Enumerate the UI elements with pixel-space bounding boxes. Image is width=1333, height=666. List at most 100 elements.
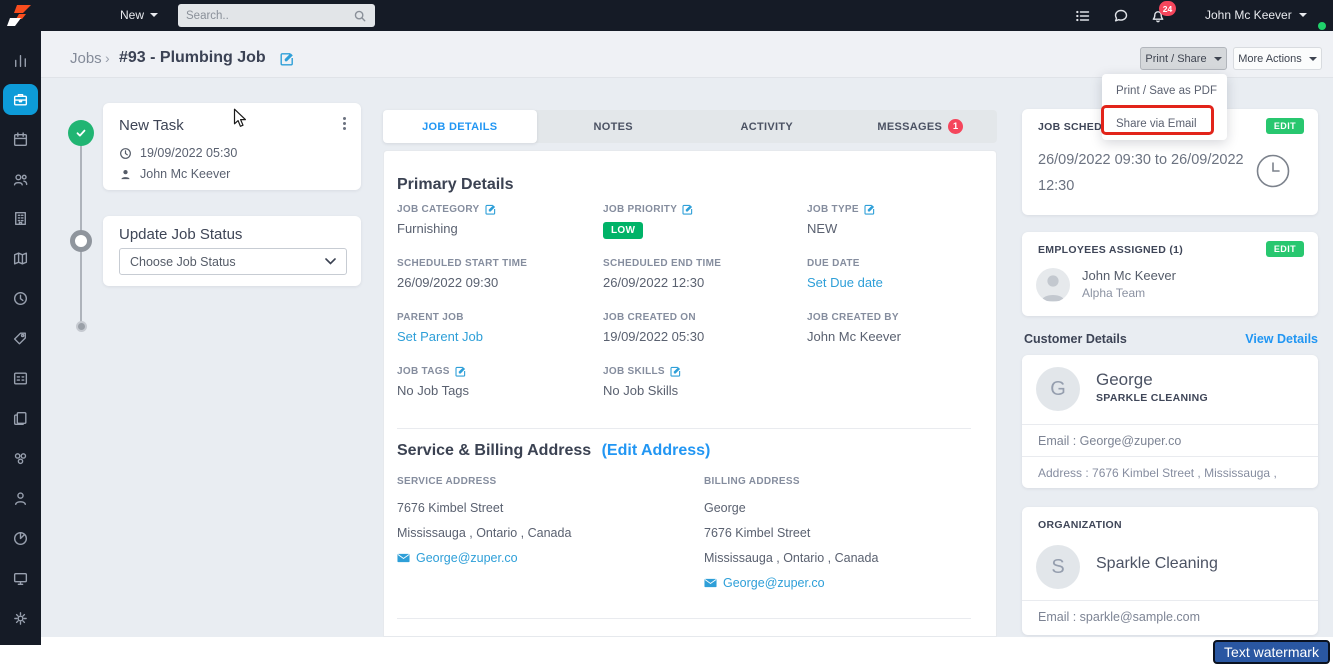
chevron-down-icon bbox=[150, 13, 158, 17]
service-address-label: SERVICE ADDRESS bbox=[397, 476, 687, 487]
text-watermark-button[interactable]: Text watermark bbox=[1213, 640, 1330, 664]
pie-chart-icon[interactable] bbox=[12, 530, 29, 547]
tag-icon[interactable] bbox=[12, 330, 29, 347]
customer-address: Address : 7676 Kimbel Street , Mississau… bbox=[1038, 466, 1277, 480]
field-scheduled-end: SCHEDULED END TIME 26/09/2022 12:30 bbox=[603, 258, 798, 290]
field-job-type: JOB TYPE NEW bbox=[807, 204, 1002, 236]
menu-item-print-save-pdf[interactable]: Print / Save as PDF bbox=[1116, 85, 1217, 97]
field-job-category: JOB CATEGORY Furnishing bbox=[397, 204, 592, 236]
address-line: 7676 Kimbel Street bbox=[704, 526, 994, 540]
monitor-icon[interactable] bbox=[12, 570, 29, 587]
bar-chart-icon[interactable] bbox=[12, 52, 29, 69]
user-name: John Mc Keever bbox=[1205, 8, 1292, 22]
search-icon[interactable] bbox=[353, 9, 367, 23]
edit-employees-button[interactable]: EDIT bbox=[1266, 241, 1304, 257]
checklist-icon[interactable] bbox=[12, 370, 29, 387]
edit-icon[interactable] bbox=[670, 366, 681, 377]
calendar-icon[interactable] bbox=[12, 131, 29, 148]
address-line: Mississauga , Ontario , Canada bbox=[397, 526, 687, 540]
email-text: George@zuper.co bbox=[723, 576, 825, 590]
chevron-down-icon bbox=[1214, 57, 1222, 61]
edit-icon[interactable] bbox=[455, 366, 466, 377]
customer-name: George bbox=[1096, 370, 1153, 390]
view-details-link[interactable]: View Details bbox=[1022, 332, 1318, 346]
breadcrumb-jobs-link[interactable]: Jobs bbox=[70, 50, 102, 67]
employees-assigned-card: EMPLOYEES ASSIGNED (1) EDIT John Mc Keev… bbox=[1022, 232, 1318, 316]
tab-label: ACTIVITY bbox=[740, 121, 793, 133]
messages-count-badge: 1 bbox=[948, 119, 963, 134]
field-job-priority: JOB PRIORITY LOW bbox=[603, 204, 798, 239]
task-datetime: 19/09/2022 05:30 bbox=[140, 146, 237, 160]
tab-messages[interactable]: MESSAGES 1 bbox=[844, 110, 998, 143]
building-icon[interactable] bbox=[12, 210, 29, 227]
print-share-button[interactable]: Print / Share bbox=[1140, 47, 1227, 70]
field-label: SCHEDULED START TIME bbox=[397, 258, 527, 269]
field-value: 26/09/2022 12:30 bbox=[603, 275, 798, 290]
documents-icon[interactable] bbox=[12, 410, 29, 427]
card-divider bbox=[1022, 600, 1318, 601]
edit-address-link[interactable]: (Edit Address) bbox=[602, 442, 711, 459]
field-label: JOB CREATED ON bbox=[603, 312, 696, 323]
employee-team: Alpha Team bbox=[1082, 286, 1145, 300]
edit-icon[interactable] bbox=[485, 204, 496, 215]
new-menu-label: New bbox=[120, 8, 144, 22]
billing-email-link[interactable]: George@zuper.co bbox=[704, 576, 994, 590]
field-value: NEW bbox=[807, 221, 1002, 236]
service-address-block: SERVICE ADDRESS 7676 Kimbel Street Missi… bbox=[397, 476, 687, 565]
field-parent-job: PARENT JOB Set Parent Job bbox=[397, 312, 592, 344]
menu-item-share-via-email[interactable]: Share via Email bbox=[1116, 118, 1197, 130]
map-icon[interactable] bbox=[12, 250, 29, 267]
gear-icon[interactable] bbox=[12, 610, 29, 627]
field-label: SCHEDULED END TIME bbox=[603, 258, 721, 269]
users-icon[interactable] bbox=[12, 171, 29, 188]
tab-job-details[interactable]: JOB DETAILS bbox=[383, 110, 537, 143]
address-heading-text: Service & Billing Address bbox=[397, 442, 591, 459]
cubes-icon[interactable] bbox=[12, 450, 29, 467]
email-text: George@zuper.co bbox=[416, 551, 518, 565]
list-icon[interactable] bbox=[1075, 8, 1091, 24]
tab-activity[interactable]: ACTIVITY bbox=[690, 110, 844, 143]
customer-card: G George SPARKLE CLEANING Email : George… bbox=[1022, 355, 1318, 488]
clock-icon[interactable] bbox=[12, 290, 29, 307]
tab-notes[interactable]: NOTES bbox=[537, 110, 691, 143]
field-label: JOB CATEGORY bbox=[397, 204, 480, 215]
edit-icon[interactable] bbox=[864, 204, 875, 215]
task-card-update-status: Update Job Status Choose Job Status bbox=[103, 216, 361, 286]
chat-icon[interactable] bbox=[1113, 8, 1129, 24]
person-icon[interactable] bbox=[12, 490, 29, 507]
field-value: No Job Skills bbox=[603, 383, 798, 398]
customer-company: SPARKLE CLEANING bbox=[1096, 392, 1208, 404]
address-line: Mississauga , Ontario , Canada bbox=[704, 551, 994, 565]
field-job-skills: JOB SKILLS No Job Skills bbox=[603, 366, 798, 398]
edit-schedule-button[interactable]: EDIT bbox=[1266, 118, 1304, 134]
card-divider bbox=[1022, 456, 1318, 457]
field-label: JOB TAGS bbox=[397, 366, 450, 377]
service-email-link[interactable]: George@zuper.co bbox=[397, 551, 687, 565]
set-due-date-link[interactable]: Set Due date bbox=[807, 275, 1002, 290]
briefcase-icon[interactable] bbox=[12, 91, 29, 108]
edit-icon[interactable] bbox=[682, 204, 693, 215]
address-section-heading: Service & Billing Address (Edit Address) bbox=[397, 442, 710, 460]
app-logo-icon[interactable] bbox=[7, 2, 34, 34]
online-status-dot bbox=[1318, 22, 1326, 30]
person-icon bbox=[119, 168, 132, 181]
field-job-created-by: JOB CREATED BY John Mc Keever bbox=[807, 312, 1002, 344]
field-label: JOB TYPE bbox=[807, 204, 859, 215]
field-value: John Mc Keever bbox=[807, 329, 1002, 344]
user-menu[interactable]: John Mc Keever bbox=[1205, 8, 1307, 22]
customer-email: Email : George@zuper.co bbox=[1038, 434, 1181, 448]
more-actions-button[interactable]: More Actions bbox=[1233, 47, 1322, 70]
clock-icon bbox=[119, 147, 132, 160]
search-input[interactable] bbox=[186, 10, 353, 22]
chevron-down-icon bbox=[1299, 13, 1307, 17]
job-status-select[interactable]: Choose Job Status bbox=[119, 248, 347, 275]
kebab-menu-icon[interactable] bbox=[343, 117, 347, 132]
edit-title-icon[interactable] bbox=[280, 52, 294, 66]
detail-tabs: JOB DETAILS NOTES ACTIVITY MESSAGES 1 bbox=[383, 110, 997, 143]
envelope-icon bbox=[397, 553, 410, 563]
organization-title: ORGANIZATION bbox=[1038, 519, 1122, 531]
billing-address-label: BILLING ADDRESS bbox=[704, 476, 994, 487]
set-parent-job-link[interactable]: Set Parent Job bbox=[397, 329, 592, 344]
clock-icon bbox=[1256, 154, 1290, 193]
new-menu-button[interactable]: New bbox=[120, 8, 158, 22]
